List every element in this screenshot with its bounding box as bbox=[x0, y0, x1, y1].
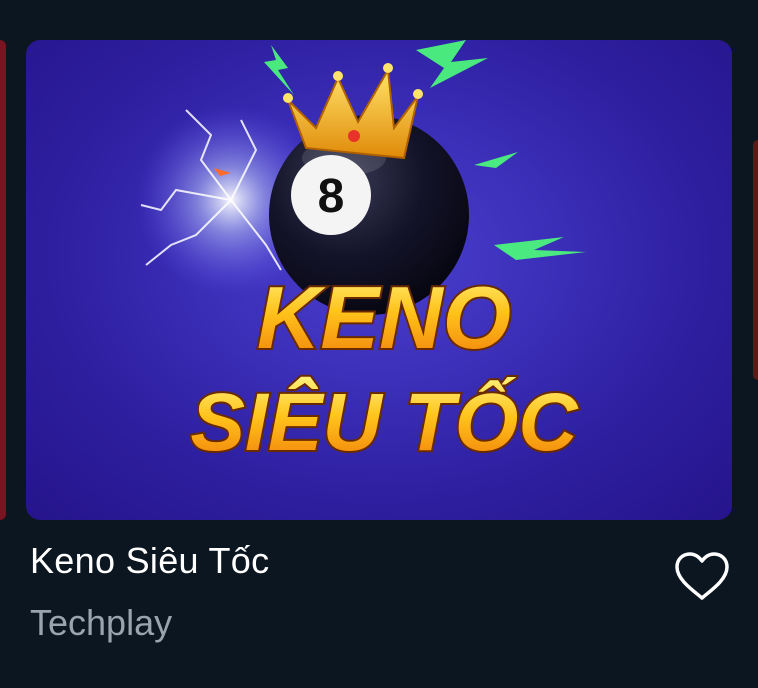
keno-artwork: 8 KENO SIÊU TỐC bbox=[136, 40, 586, 470]
ball-number: 8 bbox=[318, 170, 345, 223]
favorite-button[interactable] bbox=[672, 550, 732, 602]
prev-card-edge[interactable] bbox=[0, 40, 6, 520]
thumbnail-title-line2: SIÊU TỐC bbox=[190, 376, 579, 468]
game-thumbnail[interactable]: 8 KENO SIÊU TỐC bbox=[26, 40, 732, 520]
next-card-edge[interactable] bbox=[753, 140, 758, 380]
crown-icon bbox=[283, 63, 423, 160]
thumbnail-title-line1: KENO bbox=[257, 268, 511, 367]
game-title[interactable]: Keno Siêu Tốc bbox=[30, 540, 269, 582]
heart-outline-icon bbox=[675, 552, 729, 600]
provider-name[interactable]: Techplay bbox=[30, 602, 172, 644]
